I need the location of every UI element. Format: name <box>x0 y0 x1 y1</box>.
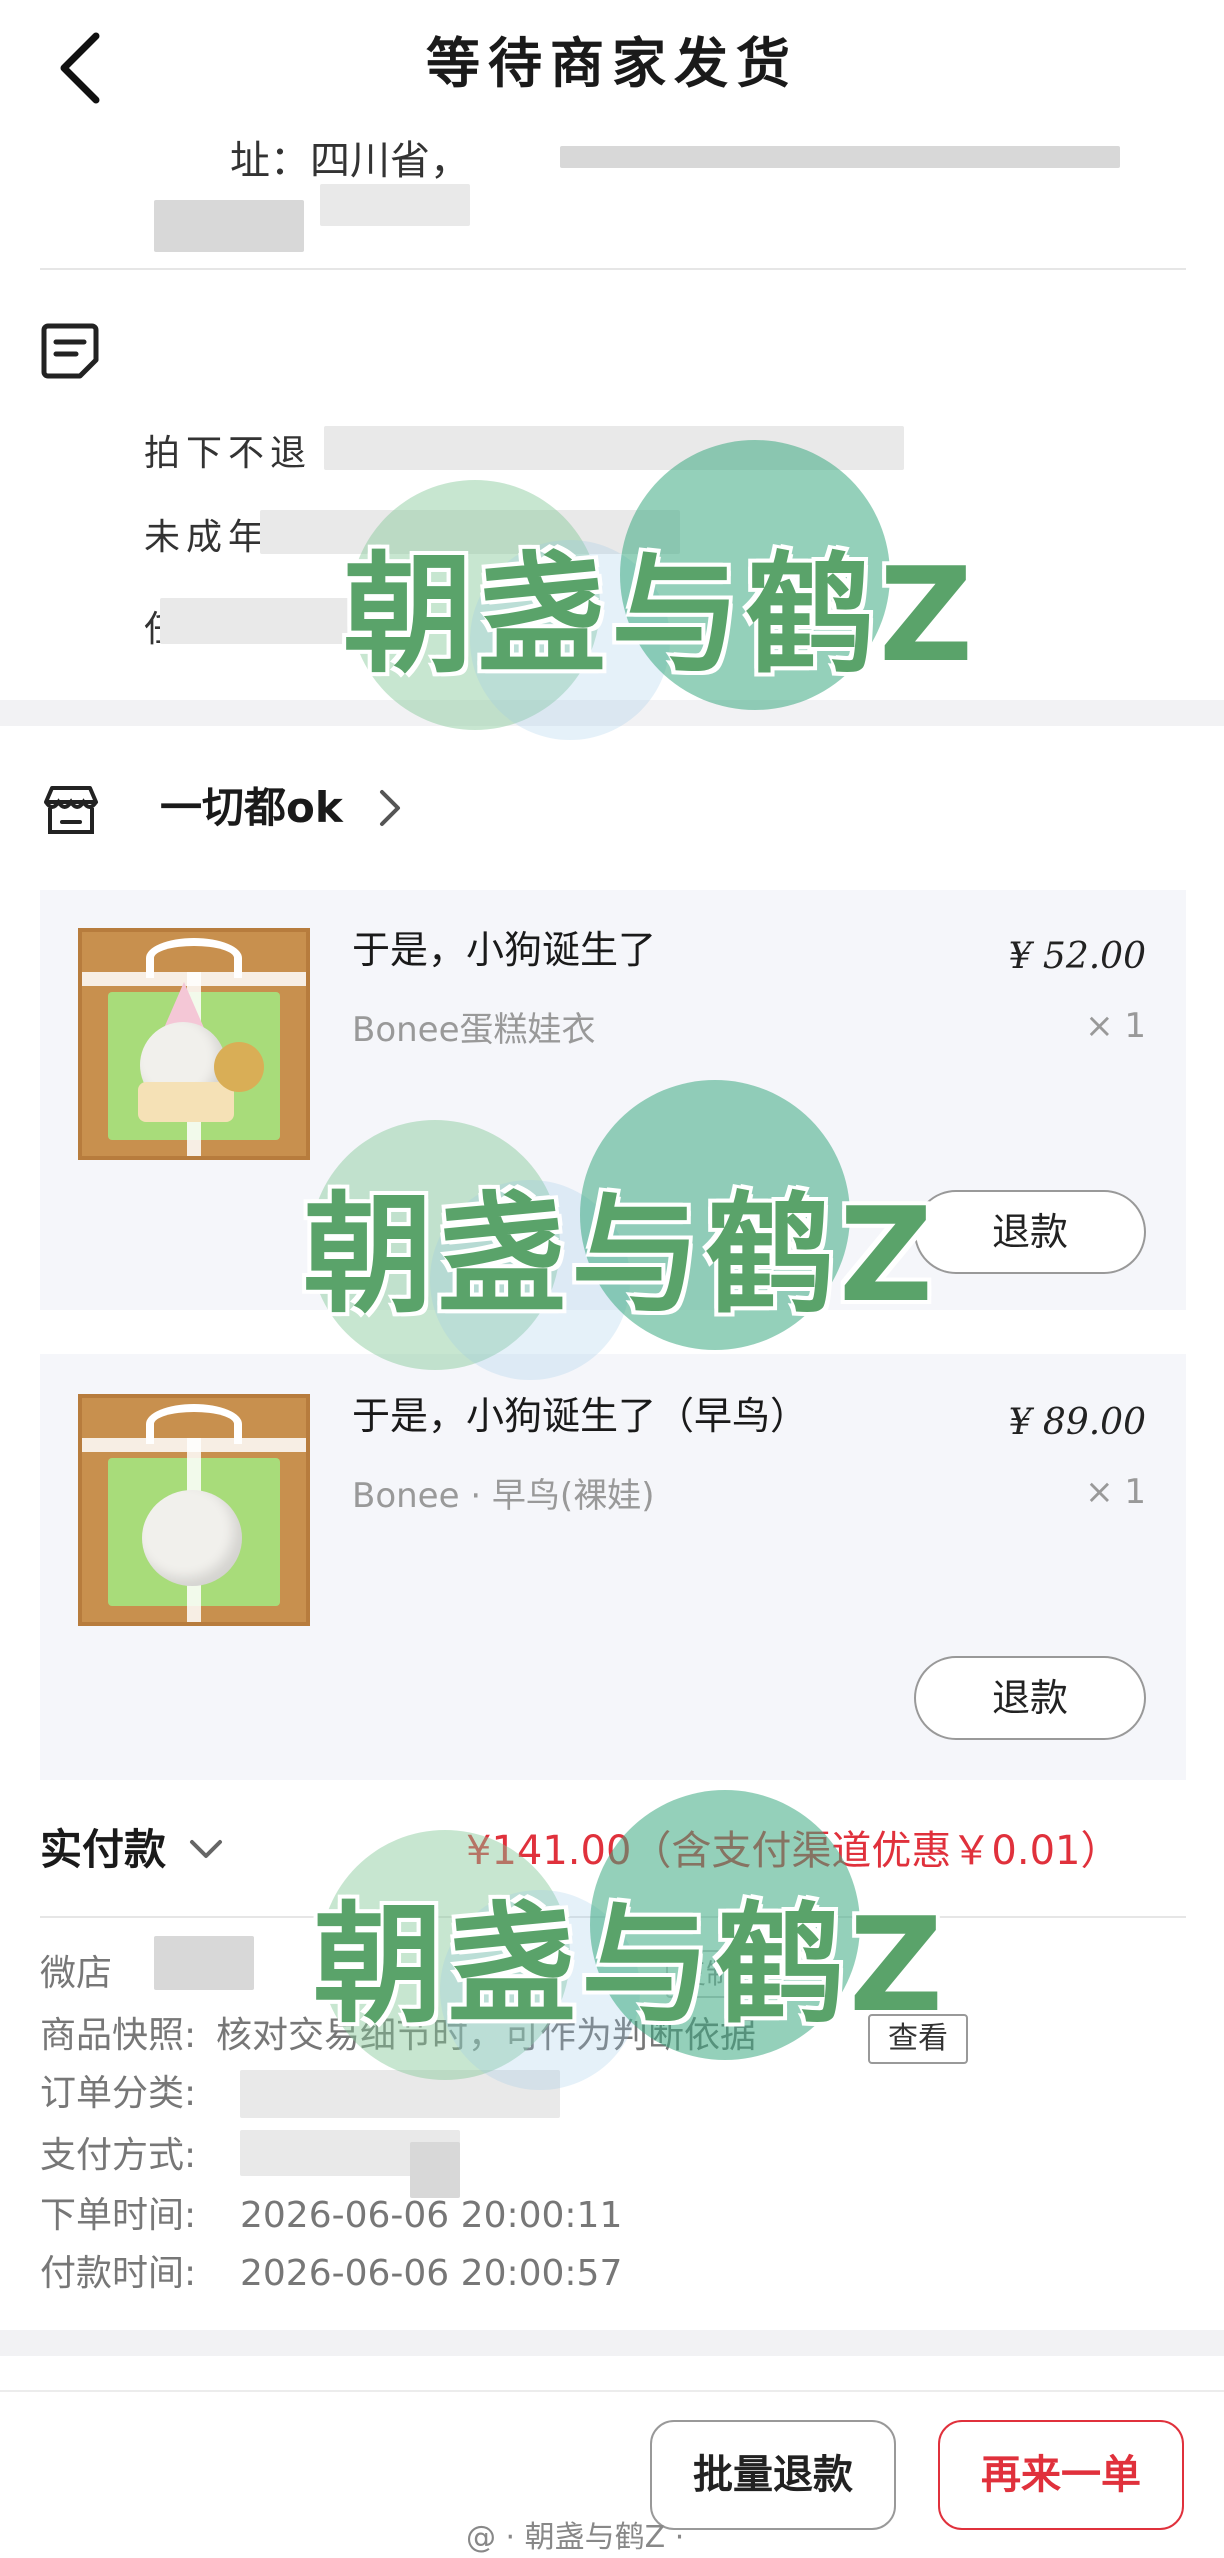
info-label-category: 订单分类: <box>40 2073 197 2114</box>
info-blur <box>240 2070 560 2118</box>
paid-amount-detail: ¥141.00（含支付渠道优惠￥0.01） <box>466 1828 1121 1874</box>
note-line-1: 拍下不退 <box>144 433 313 474</box>
thumb-bow <box>146 938 242 978</box>
product-thumbnail[interactable] <box>78 1394 310 1626</box>
address-text: 址：四川省， <box>230 138 470 184</box>
watermark-footer: @ · 朝盏与鹤Z · <box>466 2520 685 2555</box>
note-blur-2 <box>260 510 680 554</box>
reorder-button[interactable]: 再来一单 <box>938 2420 1184 2530</box>
bulk-refund-button[interactable]: 批量退款 <box>650 2420 896 2530</box>
thumb-bow <box>146 1404 242 1444</box>
info-label-shop: 微店 <box>40 1953 113 1994</box>
note-blur-1 <box>324 426 904 470</box>
paid-amount-label[interactable]: 实付款 <box>40 1818 166 1882</box>
divider <box>40 1916 1186 1918</box>
view-snapshot-button[interactable]: 查看 <box>868 2014 968 2064</box>
shop-icon <box>44 786 98 834</box>
address-blur-3 <box>320 184 470 226</box>
product-quantity: × 1 <box>1085 1472 1146 1512</box>
product-title[interactable]: 于是，小狗诞生了（早鸟） <box>352 1390 808 1442</box>
note-blur-3 <box>160 598 420 644</box>
info-label-payment-method: 支付方式: <box>40 2135 197 2176</box>
note-line-2: 未成年 <box>144 517 271 558</box>
product-price: ¥ 89.00 <box>1008 1402 1146 1443</box>
product-price: ¥ 52.00 <box>1008 936 1146 977</box>
product-thumbnail[interactable] <box>78 928 310 1160</box>
product-spec: Bonee蛋糕娃衣 <box>352 1010 596 1050</box>
address-blur-1 <box>560 146 1120 168</box>
thumb-toy <box>142 1490 242 1586</box>
info-label-order-time: 下单时间: <box>40 2195 197 2236</box>
address-blur-2 <box>154 200 304 252</box>
info-value-snapshot: 核对交易细节时，可作为判断依据 <box>216 2015 757 2056</box>
note-icon <box>41 323 99 379</box>
section-separator <box>0 700 1224 726</box>
chevron-right-icon[interactable] <box>374 786 404 830</box>
page-title: 等待商家发货 <box>426 31 798 95</box>
product-title[interactable]: 于是，小狗诞生了 <box>352 924 656 976</box>
info-label-snapshot: 商品快照: <box>40 2015 197 2056</box>
thumb-cake <box>138 1082 234 1122</box>
info-blur <box>154 1936 254 1990</box>
refund-button[interactable]: 退款 <box>914 1656 1146 1740</box>
shop-name[interactable]: 一切都ok <box>160 778 343 838</box>
info-label-pay-time: 付款时间: <box>40 2253 197 2294</box>
product-quantity: × 1 <box>1085 1006 1146 1046</box>
copy-button[interactable]: 复制 <box>666 1950 746 1998</box>
info-value-order-time: 2026-06-06 20:00:11 <box>240 2195 623 2236</box>
refund-button[interactable]: 退款 <box>914 1190 1146 1274</box>
thumb-ball <box>214 1042 264 1092</box>
section-separator <box>0 2330 1224 2356</box>
chevron-down-icon[interactable] <box>188 1834 224 1864</box>
divider <box>40 268 1186 270</box>
info-value-pay-time: 2026-06-06 20:00:57 <box>240 2253 623 2294</box>
product-spec: Bonee · 早鸟(裸娃) <box>352 1476 655 1516</box>
